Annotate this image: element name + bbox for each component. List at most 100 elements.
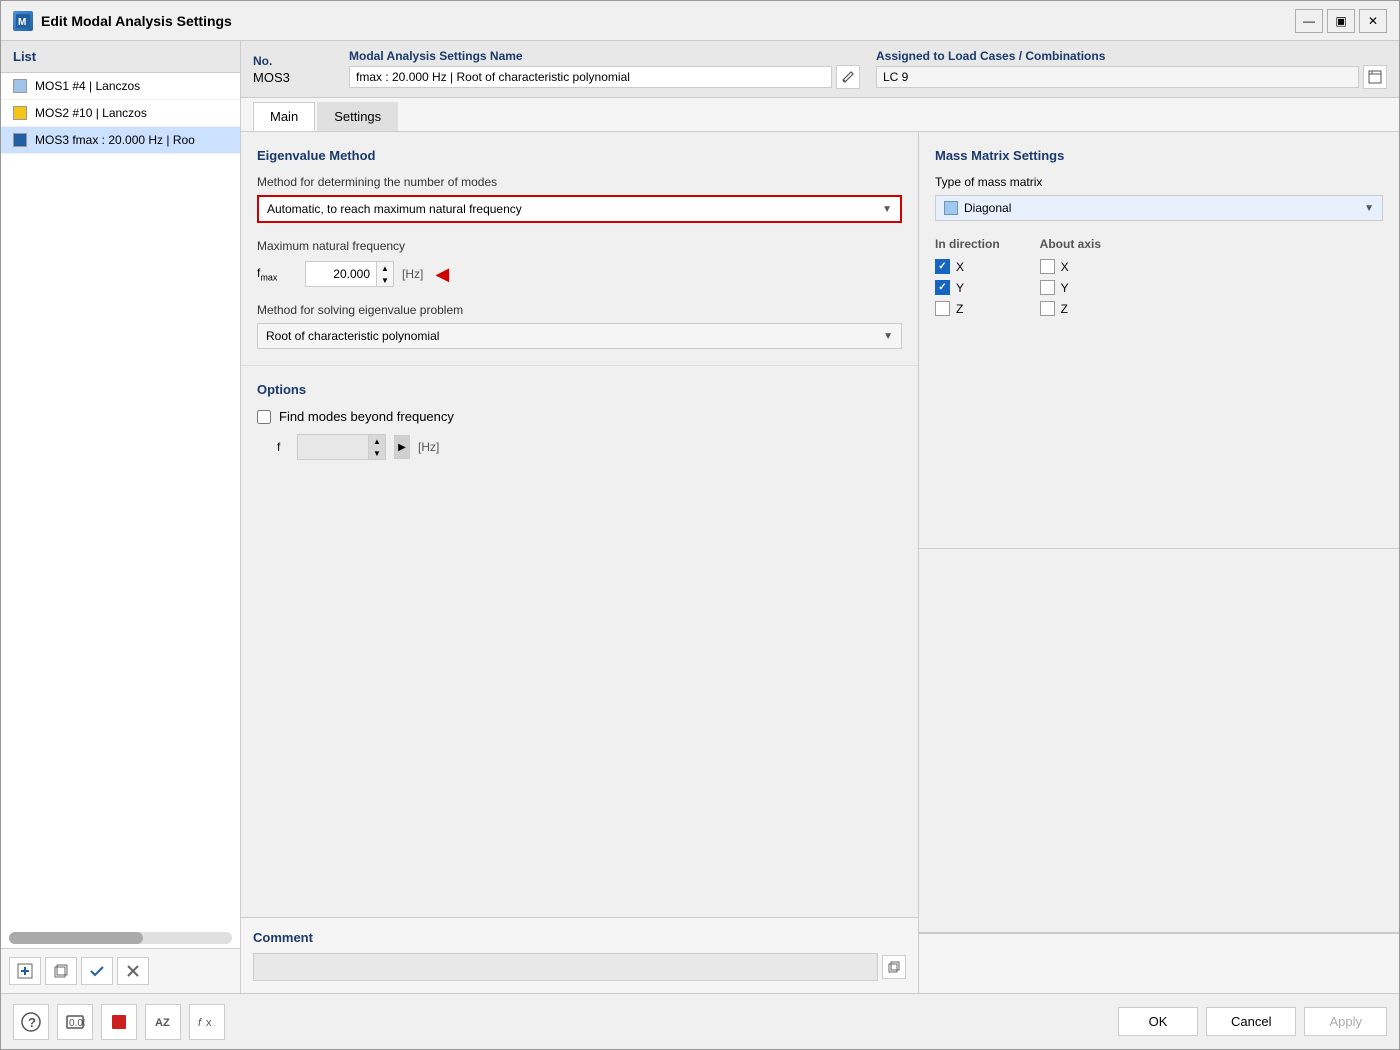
- f-spin-up[interactable]: ▲: [369, 435, 385, 447]
- right-panel: No. MOS3 Modal Analysis Settings Name As…: [241, 41, 1399, 993]
- fmax-input[interactable]: [306, 264, 376, 284]
- in-direction-x-label: X: [956, 260, 964, 274]
- max-freq-label: Maximum natural frequency: [257, 239, 902, 253]
- in-direction-z-row: Z: [935, 301, 1000, 316]
- svg-text:Z: Z: [163, 1017, 170, 1029]
- minimize-button[interactable]: —: [1295, 9, 1323, 33]
- method-modes-chevron: ▼: [882, 204, 892, 215]
- svg-text:0.00: 0.00: [69, 1018, 85, 1029]
- sidebar-scrollbar-thumb: [9, 932, 143, 944]
- f-unit: [Hz]: [418, 440, 439, 454]
- comment-input[interactable]: [253, 953, 878, 981]
- tab-main[interactable]: Main: [253, 102, 315, 131]
- svg-text:A: A: [155, 1017, 163, 1029]
- method-modes-label: Method for determining the number of mod…: [257, 175, 902, 189]
- f-spinners: ▲ ▼: [368, 435, 385, 459]
- name-input-wrap: [349, 65, 860, 89]
- fmax-arrow-indicator: ◀: [435, 264, 449, 285]
- main-content: List MOS1 #4 | Lanczos MOS2 #10 | Lanczo…: [1, 41, 1399, 993]
- fx-button[interactable]: fx: [189, 1004, 225, 1040]
- tab-settings[interactable]: Settings: [317, 102, 398, 131]
- comment-copy-button[interactable]: [882, 955, 906, 979]
- comment-right-spacer: [919, 933, 1399, 993]
- in-direction-y-row: Y: [935, 280, 1000, 295]
- check-button[interactable]: [81, 957, 113, 985]
- right-section: Mass Matrix Settings Type of mass matrix…: [919, 132, 1399, 993]
- in-direction-x-checkbox[interactable]: [935, 259, 950, 274]
- eigenvalue-problem-section: Method for solving eigenvalue problem Ro…: [257, 303, 902, 349]
- mass-type-label: Type of mass matrix: [935, 175, 1383, 189]
- about-axis-z-checkbox[interactable]: [1040, 301, 1055, 316]
- fmax-unit: [Hz]: [402, 267, 423, 281]
- close-button[interactable]: ✕: [1359, 9, 1387, 33]
- about-axis-y-label: Y: [1061, 281, 1069, 295]
- options-section: Options Find modes beyond frequency f ▲: [241, 366, 918, 658]
- maximize-button[interactable]: ▣: [1327, 9, 1355, 33]
- sidebar-item-mos2[interactable]: MOS2 #10 | Lanczos: [1, 100, 240, 127]
- mass-type-select[interactable]: Diagonal ▼: [935, 195, 1383, 221]
- uncheck-button[interactable]: [117, 957, 149, 985]
- options-title: Options: [257, 382, 902, 397]
- about-axis-title: About axis: [1040, 237, 1101, 251]
- sidebar-item-mos1[interactable]: MOS1 #4 | Lanczos: [1, 73, 240, 100]
- help-button[interactable]: ?: [13, 1004, 49, 1040]
- new-item-button[interactable]: [9, 957, 41, 985]
- about-axis-x-checkbox[interactable]: [1040, 259, 1055, 274]
- svg-text:f: f: [198, 1017, 202, 1029]
- about-axis-z-row: Z: [1040, 301, 1101, 316]
- in-direction-z-checkbox[interactable]: [935, 301, 950, 316]
- about-axis-group: About axis X Y: [1040, 237, 1101, 322]
- eigenvalue-problem-select[interactable]: Root of characteristic polynomial ▼: [257, 323, 902, 349]
- comment-title: Comment: [253, 930, 906, 945]
- az-button[interactable]: AZ: [145, 1004, 181, 1040]
- comment-section: Comment: [241, 917, 918, 993]
- mass-type-chevron: ▼: [1364, 203, 1374, 214]
- name-edit-button[interactable]: [836, 65, 860, 89]
- apply-button[interactable]: Apply: [1304, 1007, 1387, 1036]
- sidebar-label-mos2: MOS2 #10 | Lanczos: [35, 106, 147, 120]
- sidebar-color-mos3: [13, 133, 27, 147]
- svg-text:x: x: [206, 1017, 212, 1029]
- about-axis-z-label: Z: [1061, 302, 1068, 316]
- sidebar-scrollbar[interactable]: [9, 932, 232, 944]
- value-button[interactable]: 0.00: [57, 1004, 93, 1040]
- sidebar-label-mos3: MOS3 fmax : 20.000 Hz | Roo: [35, 133, 195, 147]
- svg-text:?: ?: [28, 1015, 36, 1030]
- in-direction-title: In direction: [935, 237, 1000, 251]
- sidebar-color-mos1: [13, 79, 27, 93]
- title-bar-left: M Edit Modal Analysis Settings: [13, 11, 232, 31]
- about-axis-y-row: Y: [1040, 280, 1101, 295]
- assigned-label: Assigned to Load Cases / Combinations: [876, 49, 1387, 63]
- assigned-edit-button[interactable]: [1363, 65, 1387, 89]
- in-direction-y-checkbox[interactable]: [935, 280, 950, 295]
- comment-input-wrap: [253, 953, 906, 981]
- name-input[interactable]: [349, 66, 832, 88]
- in-direction-x-row: X: [935, 259, 1000, 274]
- fmax-input-wrap: ▲ ▼: [305, 261, 394, 287]
- sidebar-item-mos3[interactable]: MOS3 fmax : 20.000 Hz | Roo: [1, 127, 240, 154]
- method-modes-value: Automatic, to reach maximum natural freq…: [267, 202, 522, 216]
- mass-spacer: [919, 549, 1399, 934]
- fmax-spin-down[interactable]: ▼: [377, 274, 393, 286]
- duplicate-button[interactable]: [45, 957, 77, 985]
- f-arrow-button[interactable]: ▶: [394, 435, 410, 459]
- spacer-left: [241, 658, 918, 918]
- assigned-input-wrap: [876, 65, 1387, 89]
- fmax-spin-up[interactable]: ▲: [377, 262, 393, 274]
- window-icon: M: [13, 11, 33, 31]
- cancel-button[interactable]: Cancel: [1206, 1007, 1296, 1036]
- f-spin-down[interactable]: ▼: [369, 447, 385, 459]
- sidebar-footer: [1, 948, 240, 993]
- tab-content: Eigenvalue Method Method for determining…: [241, 132, 1399, 993]
- mass-type-value: Diagonal: [964, 201, 1011, 215]
- red-square-button[interactable]: [101, 1004, 137, 1040]
- assigned-input[interactable]: [876, 66, 1359, 88]
- svg-text:M: M: [18, 17, 26, 28]
- find-modes-checkbox[interactable]: [257, 410, 271, 424]
- about-axis-y-checkbox[interactable]: [1040, 280, 1055, 295]
- method-modes-select[interactable]: Automatic, to reach maximum natural freq…: [257, 195, 902, 223]
- eigenvalue-problem-label: Method for solving eigenvalue problem: [257, 303, 902, 317]
- f-input-wrap: ▲ ▼: [297, 434, 386, 460]
- f-input[interactable]: [298, 437, 368, 457]
- ok-button[interactable]: OK: [1118, 1007, 1198, 1036]
